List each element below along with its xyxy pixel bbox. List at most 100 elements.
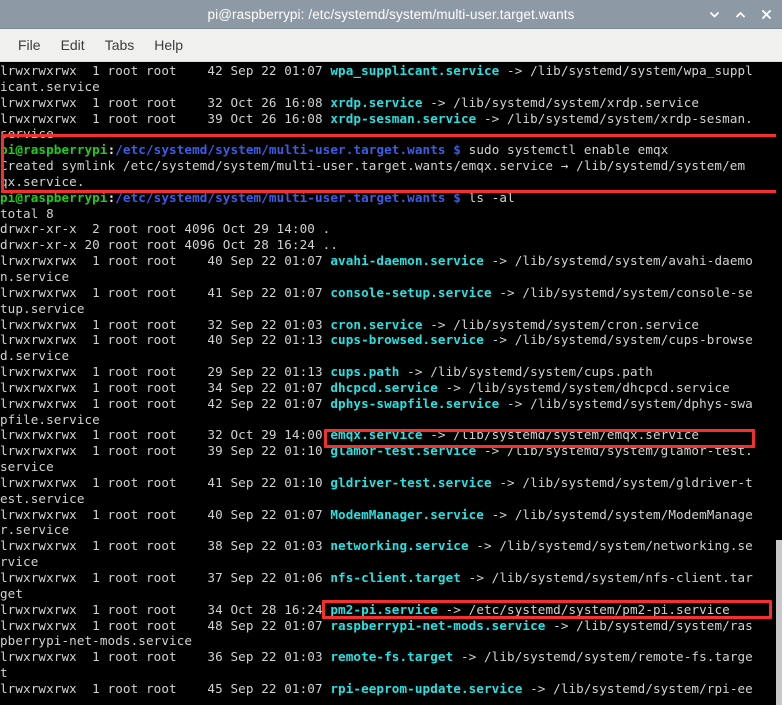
terminal-span: -> /lib/systemd/system/nfs-client.tar: [460, 570, 753, 585]
terminal-line: lrwxrwxrwx 1 root root 32 Oct 26 16:08 x…: [0, 95, 753, 111]
terminal-span: lrwxrwxrwx 1 root root 39 Oct 26 16:08: [0, 110, 331, 126]
terminal-line: d.service: [0, 348, 753, 364]
scrollbar-track[interactable]: [776, 62, 782, 705]
terminal-line: total 8: [0, 206, 753, 222]
terminal-text: lrwxrwxrwx 1 root root 42 Sep 22 01:07 w…: [0, 63, 753, 697]
scrollbar-thumb[interactable]: [776, 540, 782, 705]
terminal-span: lrwxrwxrwx 1 root root 38 Sep 22 01:03: [0, 538, 331, 554]
terminal-span: lrwxrwxrwx 1 root root 45 Sep 22 01:07: [0, 680, 331, 696]
terminal-line: pi@raspberrypi:/etc/systemd/system/multi…: [0, 190, 753, 206]
terminal-span: qx.service.: [0, 173, 85, 189]
terminal-span: rpi-eeprom-update.service: [330, 680, 523, 696]
maximize-button[interactable]: [728, 1, 752, 27]
terminal-span: cron.service: [330, 316, 423, 332]
terminal-span: lrwxrwxrwx 1 root root 32 Oct 26 16:08: [0, 94, 331, 110]
title-bar[interactable]: pi@raspberrypi: /etc/systemd/system/mult…: [0, 0, 782, 29]
terminal-span: -> /etc/systemd/system/pm2-pi.service: [437, 601, 730, 617]
terminal-span: dhcpcd.service: [330, 379, 438, 395]
terminal-line: drwxr-xr-x 20 root root 4096 Oct 28 16:2…: [0, 237, 753, 253]
terminal-span: pfile.service: [0, 411, 100, 427]
menu-item-tabs[interactable]: Tabs: [95, 34, 145, 56]
terminal-line: pi@raspberrypi:/etc/systemd/system/multi…: [0, 142, 753, 158]
menu-bar: File Edit Tabs Help: [0, 29, 782, 62]
terminal-line: lrwxrwxrwx 1 root root 29 Sep 22 01:13 c…: [0, 364, 753, 380]
window-title: pi@raspberrypi: /etc/systemd/system/mult…: [207, 6, 575, 22]
terminal-line: lrwxrwxrwx 1 root root 40 Sep 22 01:13 c…: [0, 332, 753, 348]
terminal-line: t: [0, 665, 753, 681]
terminal-line: est.service: [0, 491, 753, 507]
terminal-line: lrwxrwxrwx 1 root root 48 Sep 22 01:07 r…: [0, 618, 753, 634]
terminal-span: -> /lib/systemd/system/wpa_suppl: [499, 63, 753, 78]
terminal-span: -> /lib/systemd/system/avahi-daemo: [484, 253, 753, 269]
terminal-line: service: [0, 459, 753, 475]
terminal-line: drwxr-xr-x 2 root root 4096 Oct 29 14:00…: [0, 221, 753, 237]
terminal-line: lrwxrwxrwx 1 root root 40 Sep 22 01:07 M…: [0, 507, 753, 523]
terminal-line: r.service: [0, 522, 753, 538]
terminal-span: lrwxrwxrwx 1 root root 37 Sep 22 01:06: [0, 570, 331, 585]
terminal-span: total 8: [0, 205, 54, 221]
terminal-span: lrwxrwxrwx 1 root root 42 Sep 22 01:07: [0, 63, 331, 78]
close-button[interactable]: [754, 1, 778, 27]
terminal-span: d.service: [0, 348, 70, 364]
terminal-span: n.service: [0, 268, 70, 284]
terminal-span: lrwxrwxrwx 1 root root 32 Oct 29 14:00: [0, 427, 331, 443]
terminal-span: dphys-swapfile.service: [330, 395, 500, 411]
terminal-line: lrwxrwxrwx 1 root root 42 Sep 22 01:07 d…: [0, 396, 753, 412]
terminal-line: pfile.service: [0, 412, 753, 428]
terminal-span: glamor-test.service: [330, 443, 477, 459]
terminal-line: lrwxrwxrwx 1 root root 39 Sep 22 01:10 g…: [0, 443, 753, 459]
terminal-span: -> /lib/systemd/system/cups.path: [399, 364, 653, 380]
terminal-span: cups.path: [330, 364, 400, 380]
terminal-span: lrwxrwxrwx 1 root root 41 Sep 22 01:07: [0, 284, 331, 300]
terminal-span: avahi-daemon.service: [330, 253, 484, 269]
terminal-span: -> /lib/systemd/system/ras: [545, 617, 753, 633]
terminal-line: lrwxrwxrwx 1 root root 32 Sep 22 01:03 c…: [0, 317, 753, 333]
terminal-line: qx.service.: [0, 174, 753, 190]
terminal-span: icant.service: [0, 78, 100, 94]
menu-item-edit[interactable]: Edit: [51, 34, 95, 56]
terminal-span: -> /lib/systemd/system/rpi-ee: [522, 680, 753, 696]
terminal-span: pi@raspberrypi: [0, 189, 108, 205]
terminal-span: ModemManager.service: [330, 506, 484, 522]
terminal-span: -> /lib/systemd/system/ModemManage: [484, 506, 753, 522]
terminal-span: -> /lib/systemd/system/console-se: [491, 284, 753, 300]
terminal-span: lrwxrwxrwx 1 root root 40 Sep 22 01:07: [0, 506, 331, 522]
terminal-span: $: [453, 142, 461, 158]
terminal-line: get: [0, 586, 753, 602]
menu-item-file[interactable]: File: [8, 34, 51, 56]
terminal-line: rvice: [0, 554, 753, 570]
terminal-span: -> /lib/systemd/system/gldriver-t: [491, 474, 753, 490]
minimize-button[interactable]: [702, 1, 726, 27]
terminal-output-area[interactable]: lrwxrwxrwx 1 root root 42 Sep 22 01:07 w…: [0, 62, 782, 705]
terminal-span: ls -al: [460, 189, 515, 205]
terminal-span: /etc/systemd/system/multi-user.target.wa…: [115, 189, 446, 205]
terminal-span: gldriver-test.service: [330, 474, 492, 490]
terminal-span: pberrypi-net-mods.service: [0, 633, 193, 649]
terminal-span: pm2-pi.service: [330, 601, 438, 617]
terminal-span: lrwxrwxrwx 1 root root 29 Sep 22 01:13: [0, 364, 331, 380]
terminal-span: service: [0, 459, 54, 475]
terminal-line: lrwxrwxrwx 1 root root 41 Sep 22 01:07 c…: [0, 285, 753, 301]
terminal-span: -> /lib/systemd/system/emqx.service: [422, 427, 700, 443]
terminal-span: drwxr-xr-x 20 root root 4096 Oct 28 16:2…: [0, 237, 339, 253]
terminal-span: networking.service: [330, 538, 469, 554]
terminal-line: lrwxrwxrwx 1 root root 37 Sep 22 01:06 n…: [0, 570, 753, 586]
terminal-span: /etc/systemd/system/multi-user.target.wa…: [115, 142, 446, 158]
terminal-line: lrwxrwxrwx 1 root root 34 Oct 28 16:24 p…: [0, 602, 753, 618]
terminal-line: lrwxrwxrwx 1 root root 39 Oct 26 16:08 x…: [0, 111, 753, 127]
terminal-window: pi@raspberrypi: /etc/systemd/system/mult…: [0, 0, 782, 705]
terminal-span: r.service: [0, 522, 70, 538]
terminal-span: -> /lib/systemd/system/networking.se: [468, 538, 753, 554]
terminal-span: lrwxrwxrwx 1 root root 32 Sep 22 01:03: [0, 316, 331, 332]
terminal-span: console-setup.service: [330, 284, 492, 300]
terminal-span: rvice: [0, 554, 39, 570]
terminal-span: est.service: [0, 490, 85, 506]
terminal-span: cups-browsed.service: [330, 332, 484, 348]
terminal-span: -> /lib/systemd/system/remote-fs.targe: [453, 649, 753, 665]
terminal-span: get: [0, 585, 24, 601]
menu-item-help[interactable]: Help: [144, 34, 193, 56]
terminal-line: lrwxrwxrwx 1 root root 34 Sep 22 01:07 d…: [0, 380, 753, 396]
window-controls: [702, 0, 778, 28]
terminal-line: icant.service: [0, 79, 753, 95]
terminal-span: t: [0, 665, 8, 681]
